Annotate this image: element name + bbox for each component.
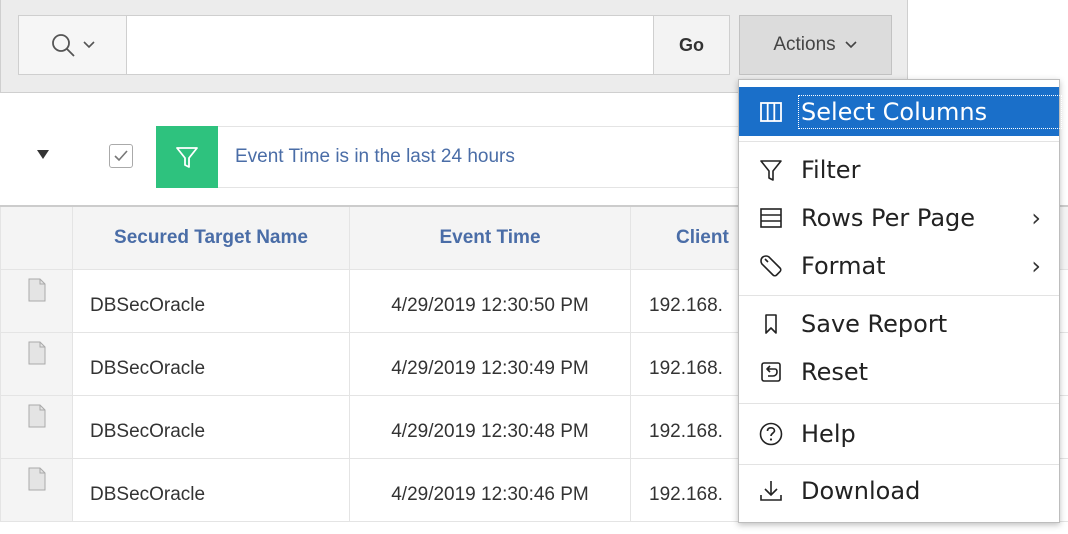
chevron-right-icon: › (1031, 204, 1041, 232)
search-icon (51, 34, 75, 57)
menu-divider (739, 295, 1059, 296)
menu-item-select-columns[interactable]: Select Columns (739, 87, 1062, 136)
menu-item-label: Reset (801, 358, 869, 386)
menu-item-label: Download (801, 477, 921, 505)
filter-description[interactable]: Event Time is in the last 24 hours (218, 126, 748, 188)
document-icon[interactable] (28, 341, 46, 365)
menu-divider (739, 464, 1059, 465)
event-time-cell: 4/29/2019 12:30:46 PM (349, 457, 631, 522)
event-time-cell: 4/29/2019 12:30:50 PM (349, 268, 631, 333)
row-icon-header (0, 205, 73, 270)
search-input[interactable] (127, 16, 653, 74)
menu-item-label: Rows Per Page (801, 204, 976, 232)
filter-icon (176, 147, 198, 168)
menu-item-label: Save Report (801, 310, 948, 338)
row-detail-cell[interactable] (0, 331, 73, 396)
filter-icon (749, 158, 793, 182)
column-header-secured-target-name[interactable]: Secured Target Name (72, 205, 350, 270)
wrench-icon (749, 253, 793, 279)
menu-divider (739, 141, 1059, 142)
search-column-button[interactable] (19, 16, 127, 74)
download-icon (749, 478, 793, 504)
document-icon[interactable] (28, 404, 46, 428)
menu-item-save-report[interactable]: Save Report (739, 300, 1059, 348)
actions-menu: Select Columns Filter Rows Per Page › Fo… (738, 79, 1062, 523)
bookmark-icon (749, 312, 793, 336)
secured-target-name-cell: DBSecOracle (72, 457, 350, 522)
chevron-down-icon (845, 41, 857, 49)
help-icon (749, 421, 793, 447)
collapse-toggle-icon[interactable] (37, 150, 49, 159)
menu-divider (739, 403, 1059, 404)
menu-item-label: Format (801, 252, 886, 280)
chevron-right-icon: › (1031, 252, 1041, 280)
search-bar: Go (18, 15, 730, 75)
menu-item-help[interactable]: Help (739, 408, 1059, 460)
secured-target-name-cell: DBSecOracle (72, 268, 350, 333)
reset-icon (749, 360, 793, 384)
row-detail-cell[interactable] (0, 457, 73, 522)
checkmark-icon (114, 150, 128, 162)
chevron-down-icon (82, 41, 95, 49)
event-time-cell: 4/29/2019 12:30:48 PM (349, 394, 631, 459)
menu-item-filter[interactable]: Filter (739, 146, 1059, 194)
column-header-event-time[interactable]: Event Time (349, 205, 631, 270)
menu-item-label: Select Columns (798, 94, 1062, 129)
go-button[interactable]: Go (653, 16, 729, 74)
rows-icon (749, 207, 793, 229)
row-detail-cell[interactable] (0, 268, 73, 333)
filter-enable-checkbox[interactable] (109, 144, 133, 168)
columns-icon (749, 101, 793, 123)
event-time-cell: 4/29/2019 12:30:49 PM (349, 331, 631, 396)
menu-item-reset[interactable]: Reset (739, 348, 1059, 396)
menu-item-rows-per-page[interactable]: Rows Per Page › (739, 194, 1059, 242)
filter-badge (156, 126, 218, 188)
actions-label: Actions (773, 34, 836, 55)
menu-item-label: Help (801, 420, 856, 448)
secured-target-name-cell: DBSecOracle (72, 331, 350, 396)
menu-item-format[interactable]: Format › (739, 242, 1059, 290)
menu-item-label: Filter (801, 156, 861, 184)
menu-item-download[interactable]: Download (739, 467, 1059, 515)
secured-target-name-cell: DBSecOracle (72, 394, 350, 459)
document-icon[interactable] (28, 467, 46, 491)
actions-button[interactable]: Actions (739, 15, 892, 75)
document-icon[interactable] (28, 278, 46, 302)
row-detail-cell[interactable] (0, 394, 73, 459)
filter-text[interactable]: Event Time is in the last 24 hours (235, 146, 515, 168)
